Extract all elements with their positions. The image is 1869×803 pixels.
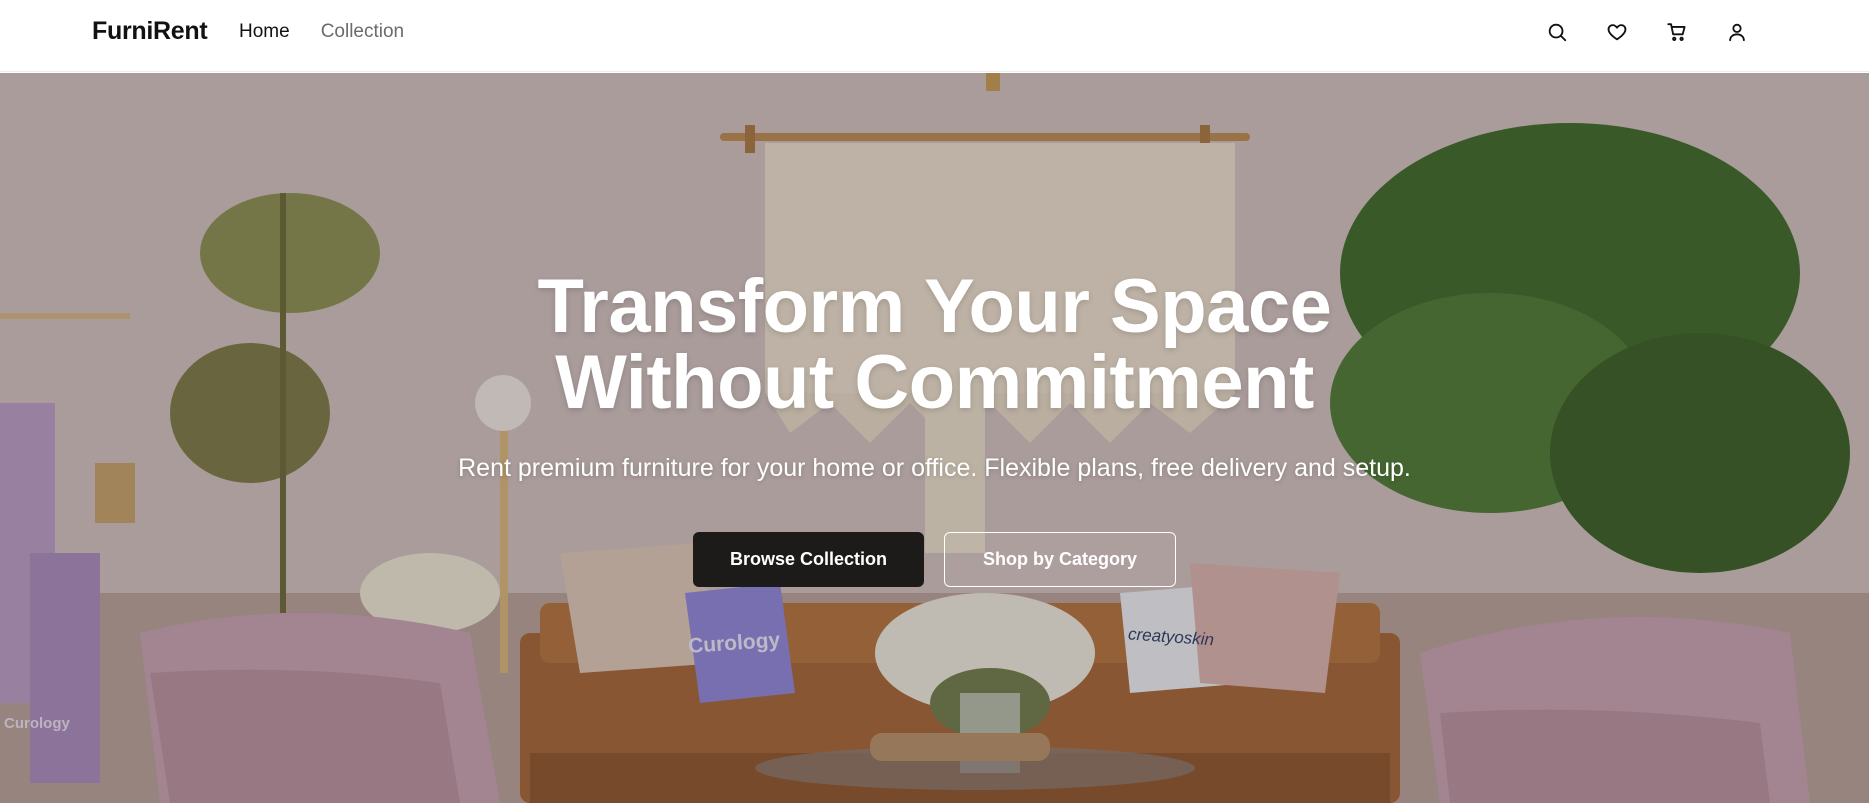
hero-title-line-1: Transform Your Space [537,264,1332,349]
cart-icon[interactable] [1665,20,1689,44]
site-header: FurniRent Home Collection [0,0,1869,72]
hero-content: Transform Your Space Without Commitment … [0,269,1869,587]
nav-collection-link[interactable]: Collection [321,21,404,43]
browse-collection-button[interactable]: Browse Collection [693,532,924,587]
user-icon[interactable] [1725,20,1749,44]
hero-buttons: Browse Collection Shop by Category [0,532,1869,587]
hero-section: Curology creatyoskin Curology Transform … [0,73,1869,803]
hero-title-line-2: Without Commitment [555,340,1314,425]
header-actions [1545,20,1749,44]
search-icon[interactable] [1545,20,1569,44]
main-nav: Home Collection [239,21,404,43]
shop-by-category-button[interactable]: Shop by Category [944,532,1176,587]
hero-subtitle: Rent premium furniture for your home or … [458,454,1411,482]
nav-home-link[interactable]: Home [239,21,290,43]
hero-title: Transform Your Space Without Commitment [0,269,1869,421]
site-logo[interactable]: FurniRent [92,17,208,46]
heart-icon[interactable] [1605,20,1629,44]
